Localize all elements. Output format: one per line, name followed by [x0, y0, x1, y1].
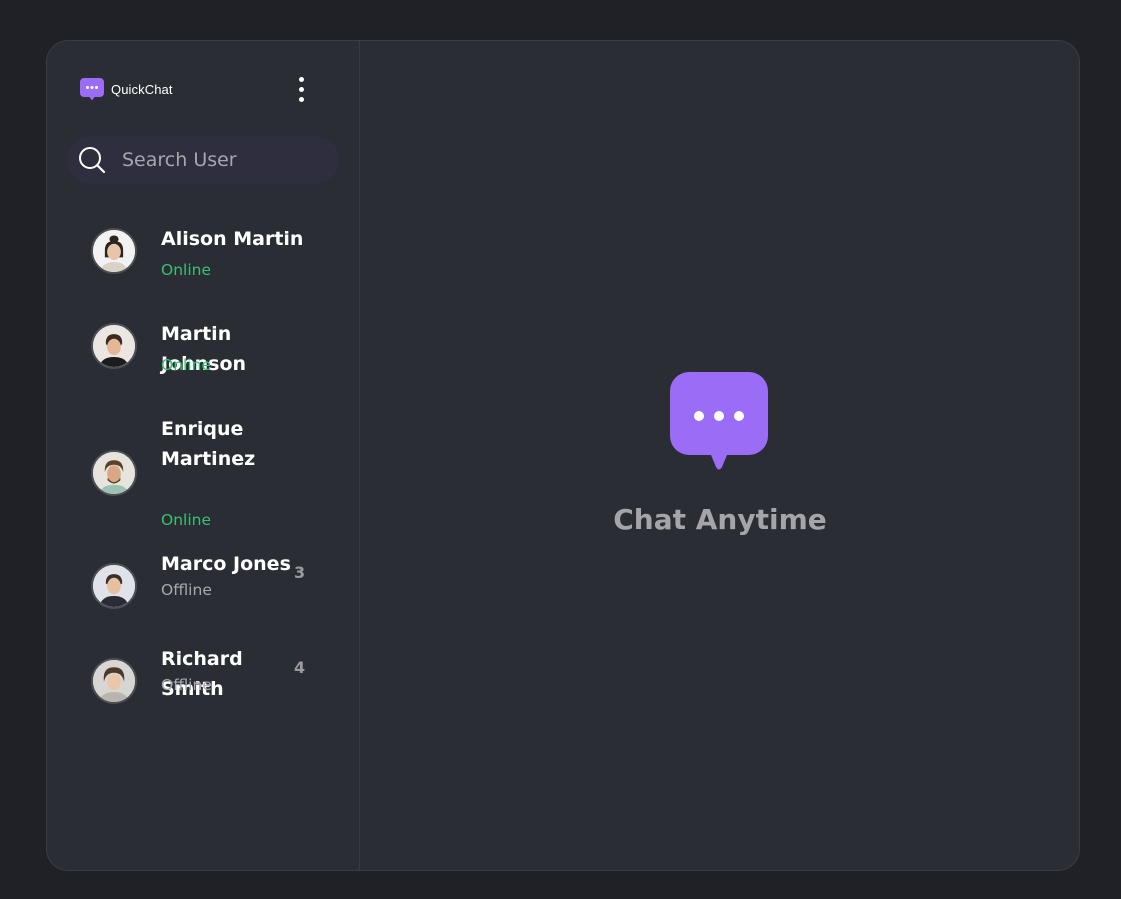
avatar — [91, 323, 137, 369]
contact-status: Offline — [161, 581, 212, 599]
contact-status: Online — [161, 511, 211, 529]
contact-name: Richard Smith — [161, 648, 243, 700]
unread-count-badge: 3 — [294, 563, 306, 582]
search-icon — [79, 147, 106, 174]
quickchat-logo-icon — [80, 78, 104, 101]
sidebar: QuickChat Search User Alison Martin Onli… — [47, 41, 360, 870]
chat-panel: Chat Anytime — [360, 41, 1079, 870]
avatar — [91, 563, 137, 609]
search-input[interactable] — [122, 149, 322, 171]
contact-item-martin-johnson[interactable]: Martin Johnson Online — [91, 301, 321, 381]
chat-app-window: QuickChat Search User Alison Martin Onli… — [46, 40, 1080, 871]
avatar — [91, 228, 137, 274]
more-options-button[interactable] — [290, 75, 312, 103]
contact-name: Alison Martin — [161, 228, 304, 250]
contact-item-enrique-martinez[interactable]: Enrique Martinez Online — [91, 396, 321, 529]
chat-bubble-icon — [670, 372, 768, 470]
avatar — [91, 658, 137, 704]
more-vertical-icon-dot — [298, 86, 304, 92]
search-box — [67, 136, 339, 184]
avatar — [91, 450, 137, 496]
brand: QuickChat — [79, 76, 173, 102]
contact-status: Online — [161, 356, 211, 374]
more-vertical-icon — [298, 76, 304, 82]
unread-count-badge: 4 — [294, 658, 306, 677]
contact-status: Offline — [161, 676, 212, 694]
contact-name: Enrique Martinez — [161, 418, 256, 470]
contact-name: Marco Jones — [161, 553, 291, 575]
app-name: QuickChat — [111, 81, 173, 97]
more-vertical-icon-dot — [298, 96, 304, 102]
contact-item-richard-smith[interactable]: Richard Smith Offline 4 — [91, 646, 321, 726]
contact-item-marco-jones[interactable]: Marco Jones Offline 3 — [91, 551, 321, 631]
empty-state-title: Chat Anytime — [613, 503, 827, 536]
contact-item-alison-martin[interactable]: Alison Martin Online — [91, 206, 321, 286]
contact-status: Online — [161, 261, 211, 279]
